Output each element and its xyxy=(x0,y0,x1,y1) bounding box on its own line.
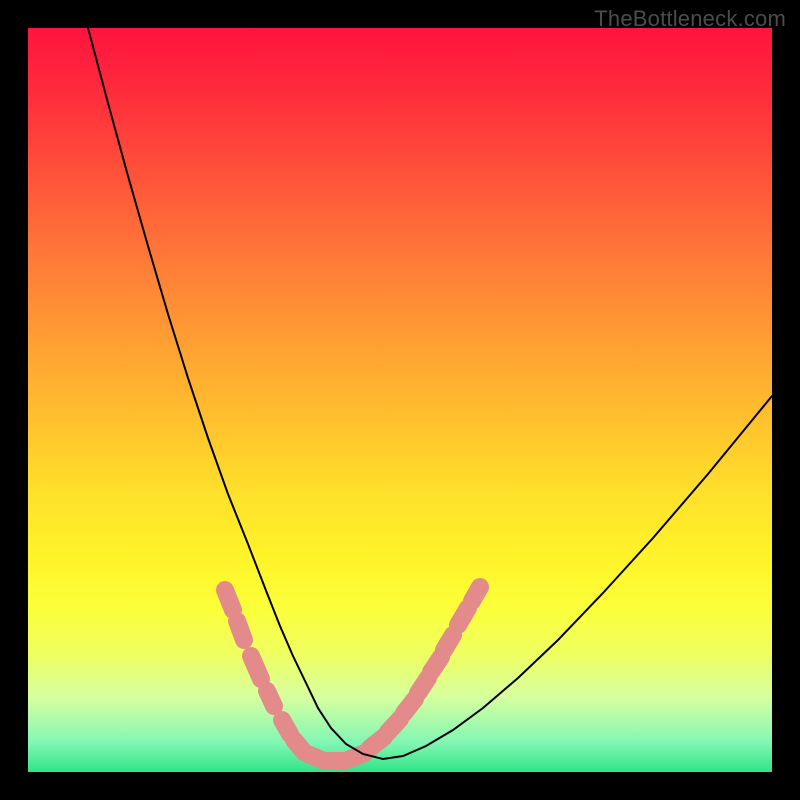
pink-capsule-b7 xyxy=(444,635,453,650)
pink-capsule-a2 xyxy=(237,621,244,640)
pink-capsule-b8 xyxy=(458,608,468,625)
pink-capsule-b4 xyxy=(404,699,415,713)
bottleneck-curve xyxy=(88,28,772,759)
curve-layer xyxy=(88,28,772,759)
pink-capsule-base1 xyxy=(282,720,290,734)
pink-capsule-b9 xyxy=(472,587,480,601)
pink-capsule-b5 xyxy=(418,678,428,693)
pink-capsule-a3 xyxy=(251,656,261,679)
watermark-text: TheBottleneck.com xyxy=(594,6,786,32)
chart-svg xyxy=(28,28,772,772)
pink-capsule-b3 xyxy=(388,719,400,732)
pink-capsule-a1 xyxy=(225,590,233,610)
markers-layer xyxy=(225,587,480,761)
chart-plot-area xyxy=(28,28,772,772)
pink-capsule-a4 xyxy=(267,691,274,706)
pink-capsule-b6 xyxy=(431,657,441,672)
pink-capsule-b2 xyxy=(370,737,384,748)
